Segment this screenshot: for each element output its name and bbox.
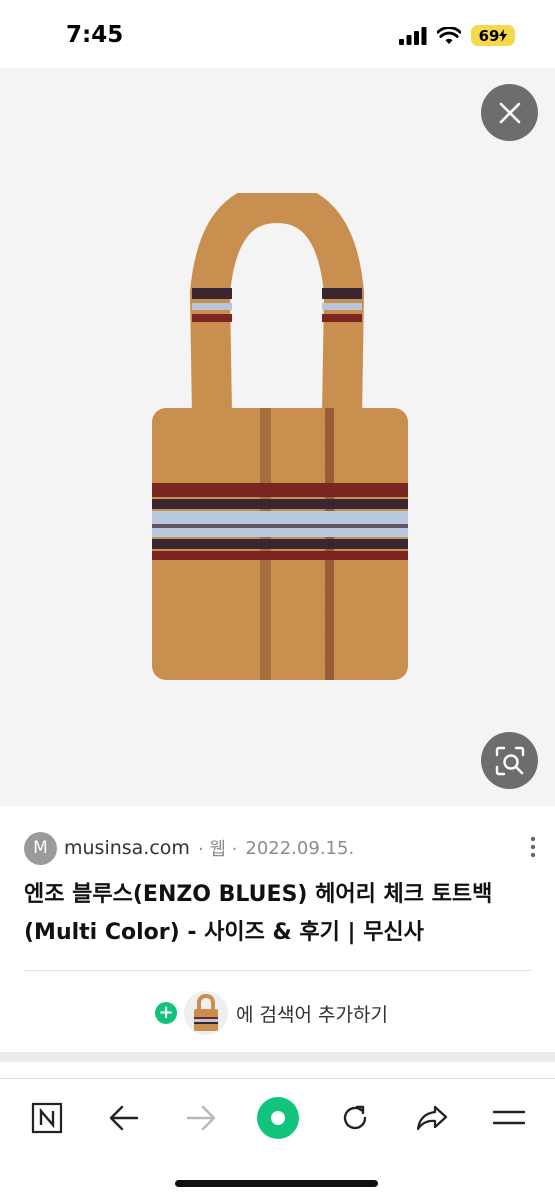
forward-arrow-icon — [186, 1105, 215, 1130]
result-date: 2022.09.15. — [245, 837, 355, 859]
share-button[interactable] — [407, 1093, 457, 1143]
result-title[interactable]: 엔조 블루스(ENZO BLUES) 헤어리 체크 토트백 (Multi Col… — [24, 876, 539, 952]
back-arrow-icon — [109, 1105, 138, 1130]
naver-home-button[interactable] — [22, 1093, 72, 1143]
close-icon — [499, 102, 520, 123]
result-type: · 웹 · — [197, 839, 238, 860]
image-viewer — [0, 68, 555, 806]
site-favicon: M — [24, 831, 57, 865]
add-search-term-button[interactable]: + 에 검색어 추가하기 — [155, 990, 388, 1036]
close-button[interactable] — [481, 84, 538, 141]
menu-icon — [492, 1110, 525, 1124]
charging-bolt-icon — [499, 29, 508, 42]
image-search-button[interactable] — [481, 732, 538, 789]
divider — [24, 970, 532, 971]
status-time: 7:45 — [66, 22, 124, 48]
refresh-button[interactable] — [330, 1093, 380, 1143]
wifi-icon — [437, 26, 461, 44]
green-dot-button[interactable] — [253, 1093, 303, 1143]
more-options-icon[interactable] — [529, 835, 537, 859]
home-indicator — [175, 1180, 378, 1187]
plus-icon: + — [155, 1002, 177, 1024]
share-icon — [416, 1105, 447, 1130]
green-record-icon — [256, 1096, 299, 1139]
forward-button[interactable] — [176, 1093, 226, 1143]
status-bar: 7:45 69 — [0, 0, 555, 68]
signal-icon — [399, 26, 427, 45]
bottom-toolbar — [0, 1078, 555, 1156]
image-search-icon — [495, 746, 524, 775]
source-row[interactable]: M musinsa.com · 웹 · 2022.09.15. — [24, 831, 539, 865]
section-separator — [0, 1052, 555, 1062]
add-search-label: 에 검색어 추가하기 — [236, 1003, 388, 1026]
bag-thumbnail — [184, 991, 228, 1035]
product-image[interactable] — [140, 193, 415, 685]
back-button[interactable] — [99, 1093, 149, 1143]
battery-level: 69 — [478, 26, 500, 45]
battery-indicator: 69 — [471, 25, 515, 46]
site-domain[interactable]: musinsa.com — [64, 837, 190, 859]
status-icons: 69 — [399, 25, 515, 46]
refresh-icon — [343, 1105, 366, 1129]
naver-home-icon — [31, 1102, 62, 1133]
menu-button[interactable] — [484, 1093, 534, 1143]
